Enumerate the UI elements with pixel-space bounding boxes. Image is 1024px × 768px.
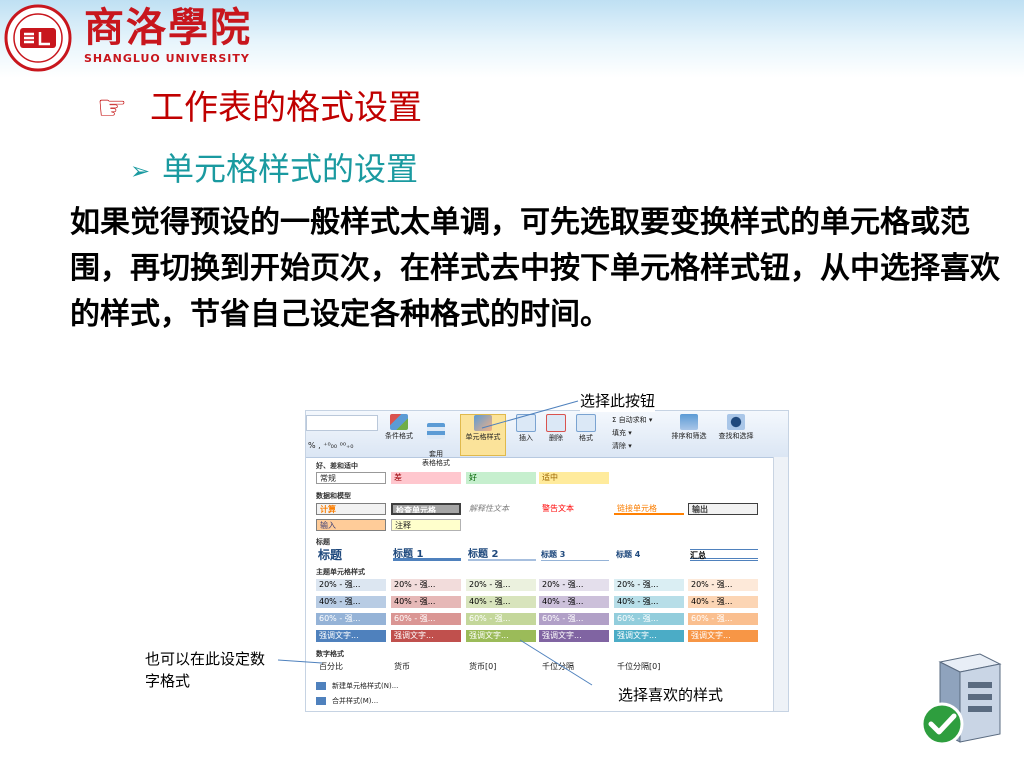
school-name-cn: 商洛學院 bbox=[84, 4, 252, 51]
theme-style-cell[interactable]: 60% - 强... bbox=[391, 613, 461, 625]
ribbon-toolbar: % , ⁺⁰₀₀ ⁰⁰₊₀ 条件格式 套用 表格格式 单元格样式 插入 删除 格… bbox=[306, 411, 788, 467]
style-cell[interactable]: 千位分隔 bbox=[539, 661, 609, 673]
new-style-icon bbox=[316, 682, 326, 690]
subsection-title-text: 单元格样式的设置 bbox=[162, 150, 419, 188]
callout-number-format: 也可以在此设定数字格式 bbox=[145, 648, 271, 692]
delete-button[interactable]: 删除 bbox=[542, 414, 570, 454]
style-cell[interactable]: 货币[0] bbox=[466, 661, 536, 673]
theme-style-cell[interactable]: 40% - 强... bbox=[539, 596, 609, 608]
theme-style-cell[interactable]: 20% - 强... bbox=[614, 579, 684, 591]
style-cell[interactable]: 标题 1 bbox=[393, 549, 461, 561]
theme-style-cell[interactable]: 强调文字... bbox=[466, 630, 536, 642]
callout-select-button: 选择此按钮 bbox=[580, 390, 656, 412]
section-title-text: 工作表的格式设置 bbox=[150, 88, 422, 128]
theme-style-cell[interactable]: 20% - 强... bbox=[466, 579, 536, 591]
style-gallery-scrollbar[interactable] bbox=[773, 457, 788, 711]
style-cell[interactable]: 百分比 bbox=[316, 661, 386, 673]
cell-styles-button[interactable]: 单元格样式 bbox=[460, 414, 506, 456]
style-cell[interactable]: 标题 4 bbox=[616, 549, 684, 561]
theme-style-cell[interactable]: 强调文字... bbox=[614, 630, 684, 642]
sort-filter-icon bbox=[680, 414, 698, 430]
theme-style-cell[interactable]: 20% - 强... bbox=[391, 579, 461, 591]
theme-style-cell[interactable]: 40% - 强... bbox=[391, 596, 461, 608]
school-name-en: SHANGLUO UNIVERSITY bbox=[84, 52, 250, 65]
style-cell[interactable]: 标题 2 bbox=[468, 549, 536, 561]
style-cell[interactable]: 常规 bbox=[316, 472, 386, 484]
style-cell[interactable]: 好 bbox=[466, 472, 536, 484]
fill-button[interactable]: 填充 ▾ bbox=[612, 428, 632, 438]
subsection-title: ➢ 单元格样式的设置 bbox=[130, 146, 418, 194]
style-cell[interactable]: 差 bbox=[391, 472, 461, 484]
clear-button[interactable]: 清除 ▾ bbox=[612, 441, 632, 451]
theme-style-cell[interactable]: 60% - 强... bbox=[614, 613, 684, 625]
delete-icon bbox=[546, 414, 566, 432]
conditional-format-button[interactable]: 条件格式 bbox=[380, 414, 418, 454]
format-button[interactable]: 格式 bbox=[572, 414, 600, 454]
university-seal-icon bbox=[4, 4, 72, 72]
body-paragraph: 如果觉得预设的一般样式太单调，可先选取要变换样式的单元格或范围，再切换到开始页次… bbox=[70, 205, 1000, 332]
sort-filter-button[interactable]: 排序和筛选 bbox=[666, 414, 712, 454]
find-select-button[interactable]: 查找和选择 bbox=[712, 414, 760, 454]
theme-style-cell[interactable]: 强调文字... bbox=[539, 630, 609, 642]
section-good-bad: 好、差和适中 bbox=[316, 462, 358, 470]
arrow-bullet-icon: ➢ bbox=[130, 157, 151, 185]
server-check-icon bbox=[920, 653, 1002, 746]
header-banner: 商洛學院 SHANGLUO UNIVERSITY bbox=[0, 0, 1024, 78]
table-icon bbox=[427, 423, 445, 439]
callout-favorite-style: 选择喜欢的样式 bbox=[618, 684, 724, 706]
theme-style-cell[interactable]: 40% - 强... bbox=[466, 596, 536, 608]
cell-styles-icon bbox=[474, 415, 492, 431]
style-cell[interactable]: 货币 bbox=[391, 661, 461, 673]
style-cell[interactable]: 标题 3 bbox=[541, 549, 609, 561]
number-format-buttons[interactable]: % , ⁺⁰₀₀ ⁰⁰₊₀ bbox=[308, 441, 353, 450]
section-number-format: 数字格式 bbox=[316, 650, 344, 658]
style-cell[interactable]: 适中 bbox=[539, 472, 609, 484]
section-data-model: 数据和模型 bbox=[316, 492, 351, 500]
theme-style-cell[interactable]: 20% - 强... bbox=[539, 579, 609, 591]
style-cell[interactable]: 输出 bbox=[688, 503, 758, 515]
style-cell[interactable]: 输入 bbox=[316, 519, 386, 531]
style-cell[interactable]: 警告文本 bbox=[539, 503, 609, 515]
excel-cell-styles-screenshot: % , ⁺⁰₀₀ ⁰⁰₊₀ 条件格式 套用 表格格式 单元格样式 插入 删除 格… bbox=[305, 410, 789, 712]
theme-style-cell[interactable]: 60% - 强... bbox=[539, 613, 609, 625]
pointing-hand-icon: ☞ bbox=[96, 88, 128, 128]
merge-styles-menu-item[interactable]: 合并样式(M)... bbox=[316, 696, 378, 706]
style-cell[interactable]: 检查单元格 bbox=[391, 503, 461, 515]
new-cell-style-menu-item[interactable]: 新建单元格样式(N)... bbox=[316, 681, 398, 691]
style-cell[interactable]: 计算 bbox=[316, 503, 386, 515]
style-cell[interactable]: 解释性文本 bbox=[466, 503, 536, 515]
theme-style-cell[interactable]: 60% - 强... bbox=[316, 613, 386, 625]
merge-styles-icon bbox=[316, 697, 326, 705]
section-theme-styles: 主题单元格样式 bbox=[316, 568, 365, 576]
insert-icon bbox=[516, 414, 536, 432]
format-as-table-button[interactable]: 套用 表格格式 bbox=[418, 414, 454, 467]
autosum-button[interactable]: Σ 自动求和 ▾ bbox=[612, 415, 652, 425]
style-cell[interactable]: 千位分隔[0] bbox=[614, 661, 684, 673]
style-cell[interactable]: 汇总 bbox=[690, 549, 758, 561]
theme-style-cell[interactable]: 20% - 强... bbox=[688, 579, 758, 591]
section-title: ☞ 工作表的格式设置 bbox=[88, 84, 422, 132]
theme-style-cell[interactable]: 强调文字... bbox=[316, 630, 386, 642]
style-cell[interactable]: 标题 bbox=[318, 549, 386, 561]
style-cell[interactable]: 注释 bbox=[391, 519, 461, 531]
section-titles: 标题 bbox=[316, 538, 330, 546]
theme-style-cell[interactable]: 40% - 强... bbox=[688, 596, 758, 608]
theme-style-cell[interactable]: 强调文字... bbox=[391, 630, 461, 642]
theme-style-cell[interactable]: 40% - 强... bbox=[614, 596, 684, 608]
insert-button[interactable]: 插入 bbox=[512, 414, 540, 454]
format-icon bbox=[576, 414, 596, 432]
conditional-format-icon bbox=[390, 414, 408, 430]
number-format-box[interactable] bbox=[306, 415, 378, 431]
style-cell[interactable]: 链接单元格 bbox=[614, 503, 684, 515]
binoculars-icon bbox=[727, 414, 745, 430]
theme-style-cell[interactable]: 60% - 强... bbox=[688, 613, 758, 625]
theme-style-cell[interactable]: 60% - 强... bbox=[466, 613, 536, 625]
theme-style-cell[interactable]: 强调文字... bbox=[688, 630, 758, 642]
theme-style-cell[interactable]: 40% - 强... bbox=[316, 596, 386, 608]
theme-style-cell[interactable]: 20% - 强... bbox=[316, 579, 386, 591]
